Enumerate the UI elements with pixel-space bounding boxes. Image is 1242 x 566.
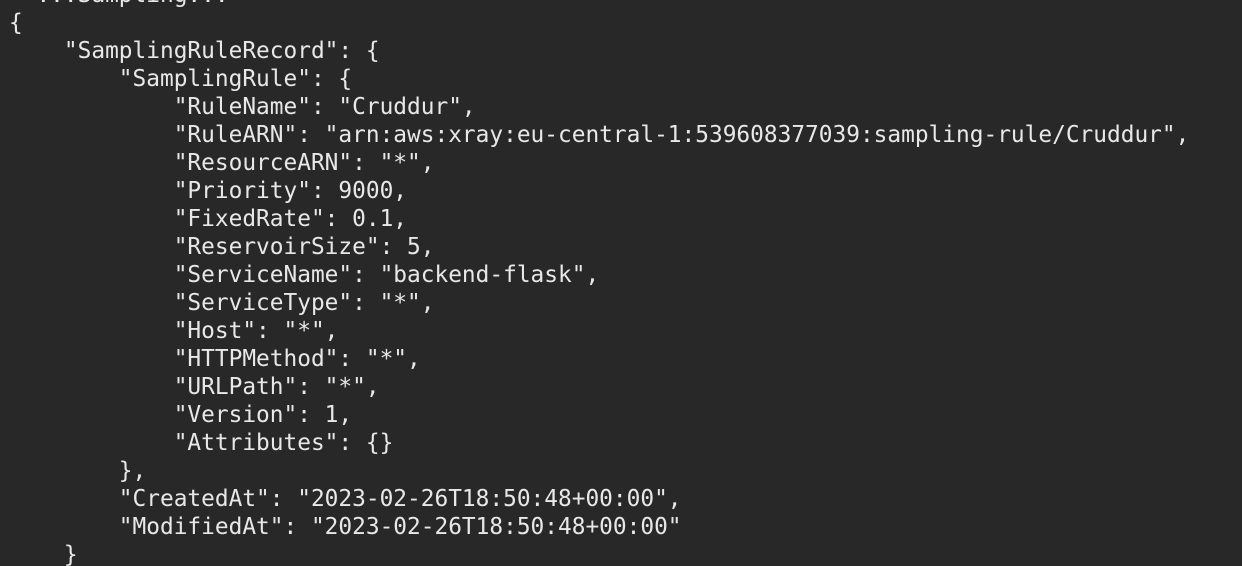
output-line: ...Sampling... xyxy=(9,0,1189,9)
output-line: }, xyxy=(9,458,147,484)
output-line: } xyxy=(9,542,78,566)
output-line: "CreatedAt": "2023-02-26T18:50:48+00:00"… xyxy=(9,486,682,512)
json-output: ...Sampling... { "SamplingRuleRecord": {… xyxy=(9,0,1189,566)
output-line: "RuleName": "Cruddur", xyxy=(9,94,476,120)
output-line: "SamplingRuleRecord": { xyxy=(9,38,380,64)
output-line: "HTTPMethod": "*", xyxy=(9,346,421,372)
output-line: "SamplingRule": { xyxy=(9,66,353,92)
output-line: "ReservoirSize": 5, xyxy=(9,234,435,260)
terminal-output: ...Sampling... { "SamplingRuleRecord": {… xyxy=(0,0,1242,566)
output-line: "ModifiedAt": "2023-02-26T18:50:48+00:00… xyxy=(9,514,682,540)
output-line: "Host": "*", xyxy=(9,318,339,344)
output-line: "RuleARN": "arn:aws:xray:eu-central-1:53… xyxy=(9,122,1190,148)
output-line: "ServiceType": "*", xyxy=(9,290,435,316)
output-line: "Version": 1, xyxy=(9,402,353,428)
output-line: { xyxy=(9,10,23,36)
output-line: "Attributes": {} xyxy=(9,430,394,456)
output-line: "Priority": 9000, xyxy=(9,178,408,204)
output-line: "ServiceName": "backend-flask", xyxy=(9,262,600,288)
output-line: "ResourceARN": "*", xyxy=(9,150,435,176)
output-line: "URLPath": "*", xyxy=(9,374,380,400)
output-line: "FixedRate": 0.1, xyxy=(9,206,408,232)
